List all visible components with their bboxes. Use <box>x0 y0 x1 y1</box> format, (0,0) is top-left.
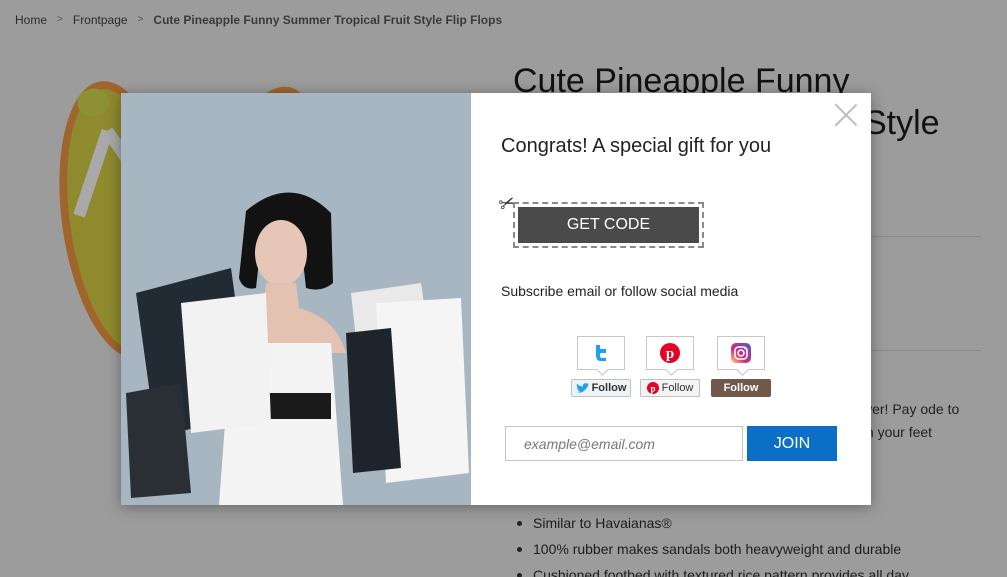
breadcrumb-home[interactable]: Home <box>15 13 47 27</box>
promo-photo <box>121 93 471 505</box>
pinterest-icon[interactable]: p <box>646 336 694 370</box>
pinterest-follow-button[interactable]: p Follow <box>640 379 700 397</box>
instagram-follow-widget: Follow <box>711 336 771 397</box>
pinterest-follow-widget: p p Follow <box>640 336 700 397</box>
instagram-follow-button[interactable]: Follow <box>711 379 771 397</box>
instagram-icon[interactable] <box>717 336 765 370</box>
email-input[interactable] <box>505 426 743 461</box>
twitter-icon[interactable] <box>577 336 625 370</box>
list-item: Cushioned footbed with textured rice pat… <box>513 564 909 577</box>
twitter-follow-widget: Follow <box>571 336 631 397</box>
join-button[interactable]: JOIN <box>747 426 837 461</box>
gift-popup-modal: Congrats! A special gift for you ✂ GET C… <box>121 93 871 505</box>
list-item: 100% rubber makes sandals both heavyweig… <box>513 538 909 564</box>
breadcrumb-separator: > <box>57 14 63 25</box>
subscribe-text: Subscribe email or follow social media <box>501 283 739 299</box>
twitter-follow-button[interactable]: Follow <box>571 379 631 397</box>
breadcrumb: Home > Frontpage > Cute Pineapple Funny … <box>15 13 502 27</box>
twitter-bird-icon <box>575 382 589 393</box>
pinterest-small-icon: p <box>646 382 659 394</box>
woman-with-shopping-bags-image <box>121 93 471 505</box>
follow-label: Follow <box>591 382 627 394</box>
popup-body: Congrats! A special gift for you ✂ GET C… <box>471 93 871 505</box>
list-item: Similar to Havaianas® <box>513 512 909 538</box>
feature-list: Similar to Havaianas® 100% rubber makes … <box>513 512 909 577</box>
popup-title: Congrats! A special gift for you <box>501 135 772 157</box>
coupon-dashed-frame: GET CODE <box>513 202 704 248</box>
svg-text:p: p <box>666 346 674 362</box>
get-code-button[interactable]: GET CODE <box>518 207 699 243</box>
follow-label: Follow <box>661 382 694 394</box>
breadcrumb-separator: > <box>137 14 144 25</box>
close-icon[interactable] <box>832 100 860 128</box>
svg-text:p: p <box>650 384 655 394</box>
breadcrumb-frontpage[interactable]: Frontpage <box>73 13 128 27</box>
follow-label: Follow <box>723 382 759 394</box>
description-fragment: th your feet <box>862 424 933 440</box>
breadcrumb-current: Cute Pineapple Funny Summer Tropical Fru… <box>153 13 503 27</box>
